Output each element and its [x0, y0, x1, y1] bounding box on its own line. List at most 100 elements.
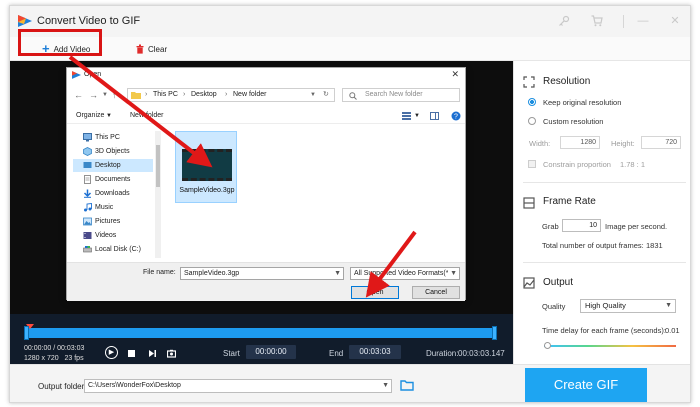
back-arrow-icon[interactable]: ←: [74, 90, 83, 100]
snapshot-icon[interactable]: [167, 349, 176, 358]
tree-item-videos[interactable]: Videos: [73, 229, 153, 242]
breadcrumb-desktop[interactable]: Desktop: [191, 89, 217, 101]
quality-select[interactable]: High Quality ▼: [580, 299, 676, 313]
breadcrumb-new-folder[interactable]: New folder: [233, 89, 266, 101]
tree-item-3d-objects[interactable]: 3D Objects: [73, 145, 153, 158]
title-separator: [623, 15, 624, 28]
output-chart-icon: [523, 277, 535, 289]
tree-item-downloads[interactable]: Downloads: [73, 187, 153, 200]
custom-resolution-radio[interactable]: [528, 117, 536, 125]
open-button[interactable]: Open: [351, 286, 399, 299]
window-title: Convert Video to GIF: [37, 15, 141, 27]
dialog-command-bar: Organize ▼ New folder ▼ ?: [67, 108, 465, 124]
resolution-title: Resolution: [543, 76, 591, 87]
chevron-down-icon[interactable]: ▼: [334, 268, 341, 279]
key-icon[interactable]: [558, 15, 570, 27]
clear-button[interactable]: Clear: [136, 42, 167, 56]
downloads-folder-icon: [83, 189, 92, 198]
file-item-sample-video[interactable]: SampleVideo.3gp: [175, 131, 237, 203]
footer-bar: Output folder: C:\Users\WonderFox\Deskto…: [10, 364, 690, 402]
new-folder-button[interactable]: New folder: [130, 112, 163, 119]
tree-item-documents[interactable]: Documents: [73, 173, 153, 186]
recent-chevron-icon[interactable]: ▼: [102, 92, 108, 98]
search-input[interactable]: Search New folder: [342, 88, 460, 102]
delay-slider-knob[interactable]: [543, 342, 551, 349]
breadcrumb-chevron-icon: ›: [183, 91, 186, 98]
app-logo-icon: [18, 15, 32, 27]
trash-icon: [136, 44, 144, 54]
tree-item-local-disk[interactable]: Local Disk (C:): [73, 243, 153, 256]
chevron-down-icon[interactable]: ▼: [382, 380, 389, 392]
breadcrumb-chevron-icon: ›: [225, 91, 228, 98]
dialog-nav-bar: ← → ▼ ↑ › This PC › Desktop › New folder…: [67, 83, 465, 105]
folder-icon[interactable]: [400, 379, 414, 391]
desktop-folder-icon: [83, 162, 92, 168]
file-name-input[interactable]: SampleVideo.3gp ▼: [180, 267, 344, 280]
keep-original-radio[interactable]: [528, 98, 536, 106]
chevron-down-icon[interactable]: ▼: [414, 113, 420, 119]
clear-label: Clear: [148, 44, 168, 54]
play-button[interactable]: ▶: [105, 346, 118, 359]
chevron-down-icon[interactable]: ▼: [310, 89, 316, 101]
constrain-checkbox[interactable]: [528, 160, 536, 168]
duration-value: 00:03:03.147: [458, 349, 505, 358]
cancel-button[interactable]: Cancel: [412, 286, 460, 299]
grab-input[interactable]: 10: [562, 219, 601, 232]
dialog-title-bar: Open ✕: [67, 68, 465, 82]
end-trim-handle[interactable]: [492, 326, 497, 340]
tree-item-pictures[interactable]: Pictures: [73, 215, 153, 228]
height-label: Height:: [611, 139, 635, 148]
chevron-down-icon[interactable]: ▼: [448, 268, 457, 279]
tree-label: Documents: [95, 176, 131, 183]
preview-pane-icon[interactable]: [430, 112, 439, 120]
computer-icon: [83, 133, 92, 142]
create-gif-button[interactable]: Create GIF: [525, 368, 647, 402]
tree-scrollbar[interactable]: [155, 131, 161, 258]
tree-item-music[interactable]: Music: [73, 201, 153, 214]
file-type-select[interactable]: All Supported Video Formats(*. ▼: [350, 267, 460, 280]
forward-arrow-icon[interactable]: →: [89, 90, 98, 100]
end-time-input[interactable]: 00:03:03: [349, 345, 401, 359]
output-folder-input[interactable]: C:\Users\WonderFox\Desktop ▼: [84, 379, 392, 393]
current-time: 00:00:00: [24, 345, 52, 352]
chevron-down-icon[interactable]: ▼: [106, 113, 112, 119]
minimize-icon[interactable]: —: [637, 15, 649, 27]
tree-item-desktop[interactable]: Desktop: [73, 159, 153, 172]
start-trim-handle[interactable]: [24, 326, 29, 340]
videos-folder-icon: [83, 232, 92, 239]
playback-controls: 00:00:00 / 00:03:03 1280 x 720 23 fps ▶ …: [10, 314, 513, 364]
file-name-input-value: SampleVideo.3gp: [184, 270, 240, 277]
scrollbar-thumb[interactable]: [156, 145, 160, 187]
timeline-track[interactable]: [26, 328, 496, 338]
video-file-icon: [182, 149, 232, 181]
tree-item-this-pc[interactable]: This PC: [73, 131, 153, 144]
cart-icon[interactable]: [591, 15, 603, 27]
refresh-icon[interactable]: ↻: [323, 89, 329, 101]
help-icon[interactable]: ?: [451, 111, 461, 121]
breadcrumb-this-pc[interactable]: This PC: [153, 89, 178, 101]
organize-button[interactable]: Organize: [76, 112, 104, 119]
next-frame-icon[interactable]: [148, 349, 157, 358]
address-bar[interactable]: › This PC › Desktop › New folder ▼ ↻: [127, 88, 335, 102]
up-arrow-icon[interactable]: ↑: [112, 90, 117, 100]
dialog-close-icon[interactable]: ✕: [451, 69, 459, 80]
view-options-icon[interactable]: [402, 112, 411, 120]
time-separator: /: [53, 345, 56, 352]
close-icon[interactable]: ✕: [669, 15, 681, 27]
width-input[interactable]: 1280: [560, 136, 600, 149]
stop-icon[interactable]: [127, 349, 136, 358]
add-video-highlight: [18, 29, 102, 56]
file-type-value: All Supported Video Formats(*.: [354, 270, 451, 277]
section-divider: [523, 262, 686, 263]
play-icon: ▶: [108, 348, 115, 356]
grab-label: Grab: [542, 222, 559, 231]
constrain-ratio: 1.78 : 1: [620, 160, 646, 169]
tree-label: Music: [95, 204, 114, 211]
delay-slider-track[interactable]: [544, 345, 676, 347]
start-time-input[interactable]: 00:00:00: [246, 345, 296, 359]
constrain-label: Constrain proportion: [543, 160, 611, 169]
navigation-tree: This PC 3D Objects Desktop Documents Dow…: [73, 131, 153, 256]
music-folder-icon: [84, 203, 92, 212]
height-input[interactable]: 720: [641, 136, 681, 149]
tree-label: Downloads: [95, 190, 130, 197]
